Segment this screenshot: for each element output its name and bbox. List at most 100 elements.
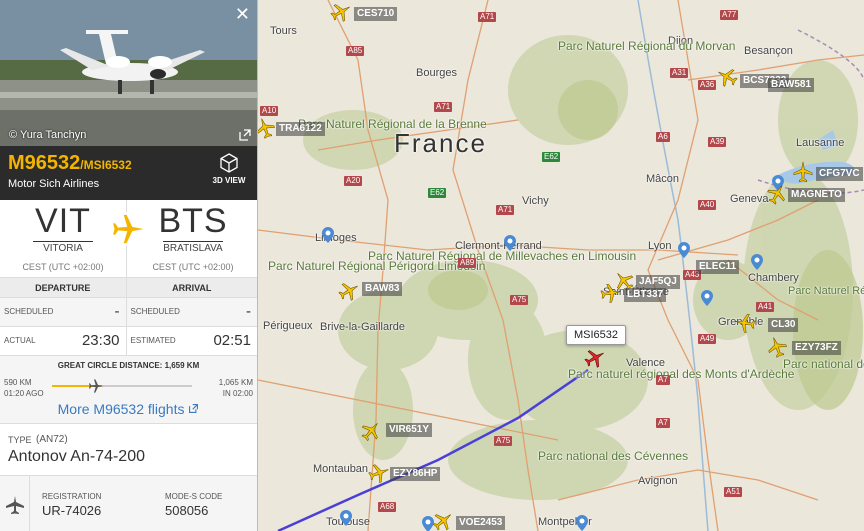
park-label: Parc naturel régional des Monts d'Ardèch…	[568, 367, 795, 381]
city-label: Chambery	[748, 272, 799, 284]
city-label: Bourges	[416, 67, 457, 79]
road-shield: A89	[458, 258, 477, 268]
origin-code: VIT	[35, 202, 91, 240]
schedule-grid: DEPARTURE ARRIVAL SCHEDULED - SCHEDULED - …	[0, 278, 257, 356]
more-flights-label: More M96532 flights	[57, 401, 185, 417]
destination-code: BTS	[158, 202, 228, 240]
type-name: Antonov An-74-200	[8, 448, 145, 465]
road-shield: A39	[708, 137, 727, 147]
airport-pin-icon[interactable]	[322, 227, 334, 243]
airline-name: Motor Sich Airlines	[8, 178, 100, 190]
aircraft-callsign[interactable]: BAW83	[362, 282, 403, 296]
road-shield: A68	[378, 502, 397, 512]
aircraft-callsign[interactable]: CFG7VC	[816, 167, 863, 181]
aircraft-photo-image	[0, 0, 257, 146]
road-shield: A75	[494, 436, 513, 446]
aircraft-callsign[interactable]: JAF5QJ	[636, 275, 680, 289]
modes-value: 508056	[165, 503, 209, 518]
aircraft-callsign[interactable]: LBT337	[624, 288, 667, 302]
road-shield: A71	[434, 102, 453, 112]
airport-pin-icon[interactable]	[340, 510, 352, 526]
aircraft-callsign[interactable]: EZY86HP	[390, 467, 441, 481]
road-shield: A7	[656, 375, 670, 385]
arrival-header: ARRIVAL	[172, 283, 212, 293]
distance-title: GREAT CIRCLE DISTANCE: 1,659 KM	[57, 361, 200, 370]
flight-map[interactable]: France Tours Bourges Dijon Besançon Laus…	[258, 0, 864, 531]
road-shield: E62	[428, 188, 447, 198]
airport-pin-icon[interactable]	[504, 235, 516, 251]
distance-remaining: 1,065 KM IN 02:00	[219, 377, 253, 399]
origin-airport[interactable]: VIT VITORIA CEST (UTC +02:00)	[8, 204, 118, 272]
aircraft-photo[interactable]: ✕ © Yura Tanchyn	[0, 0, 257, 146]
cube-icon	[220, 153, 238, 173]
aircraft-callsign[interactable]: EZY73FZ	[792, 341, 841, 355]
3d-view-button[interactable]: 3D VIEW	[209, 152, 249, 185]
city-label: Périgueux	[263, 320, 313, 332]
photo-credit: © Yura Tanchyn	[9, 129, 87, 141]
road-shield: A51	[724, 487, 743, 497]
estimated-label: ESTIMATED	[130, 336, 176, 345]
city-label: Mâcon	[646, 173, 680, 185]
road-shield: A71	[478, 12, 497, 22]
distance-remaining-km: 1,065 KM	[218, 378, 253, 387]
aircraft-callsign[interactable]: VOE2453	[456, 516, 506, 530]
airport-pin-icon[interactable]	[576, 515, 588, 531]
aircraft-type-section: TYPE (AN72) Antonov An-74-200	[0, 424, 257, 476]
road-shield: A6	[656, 132, 670, 142]
city-label: Besançon	[744, 45, 793, 57]
selected-aircraft-label[interactable]: MSI6532	[566, 325, 627, 345]
aircraft-icon[interactable]	[792, 161, 814, 183]
3d-view-label: 3D VIEW	[212, 176, 246, 185]
departure-scheduled-time: -	[114, 303, 120, 320]
scheduled-label: SCHEDULED	[130, 307, 180, 316]
road-shield: E62	[542, 152, 561, 162]
aircraft-callsign[interactable]: BAW581	[768, 78, 815, 92]
park-label: Parc Naturel Régional de Chartreuse	[788, 285, 864, 297]
more-flights-link[interactable]: More M96532 flights	[0, 401, 257, 417]
arrival-estimated-time: 02:51	[213, 332, 251, 349]
distance-flown: 590 KM 01:20 AGO	[4, 377, 44, 399]
road-shield: A7	[656, 418, 670, 428]
destination-timezone: CEST (UTC +02:00)	[152, 262, 234, 272]
modes-label: MODE-S CODE	[165, 492, 223, 501]
departure-header: DEPARTURE	[0, 278, 127, 297]
park-label: Parc national des Ecrins	[783, 357, 864, 371]
aircraft-callsign[interactable]: CES710	[354, 7, 398, 21]
road-shield: A40	[698, 200, 717, 210]
airport-pin-icon[interactable]	[751, 254, 763, 270]
city-label: Lausanne	[796, 137, 845, 149]
distance-flown-time: 01:20 AGO	[4, 389, 44, 398]
distance-section: GREAT CIRCLE DISTANCE: 1,659 KM 590 KM 01…	[0, 356, 257, 424]
departure-actual-time: 23:30	[81, 332, 120, 349]
park-label: Parc Naturel Régional Périgord Limousin	[268, 259, 486, 273]
close-icon[interactable]: ✕	[235, 5, 250, 23]
airport-pin-icon[interactable]	[701, 290, 713, 306]
origin-timezone: CEST (UTC +02:00)	[22, 262, 104, 272]
city-label: Montauban	[313, 463, 369, 475]
arrival-scheduled-time: -	[246, 303, 251, 320]
flight-info-panel: ✕ © Yura Tanchyn M96532/MSI6532 Motor Si…	[0, 0, 258, 531]
destination-airport[interactable]: BTS BRATISLAVA CEST (UTC +02:00)	[138, 204, 248, 272]
distance-flown-km: 590 KM	[4, 378, 32, 387]
aircraft-callsign[interactable]: VIR651Y	[386, 423, 433, 437]
aircraft-callsign[interactable]: ELEC11	[696, 260, 740, 274]
scheduled-label: SCHEDULED	[4, 307, 54, 316]
city-label: Avignon	[638, 475, 678, 487]
progress-bar	[52, 385, 192, 387]
aircraft-icon[interactable]	[732, 310, 757, 335]
road-shield: A77	[720, 10, 739, 20]
registration-label: REGISTRATION	[42, 492, 102, 501]
aircraft-icon[interactable]	[598, 280, 623, 305]
aircraft-callsign[interactable]: TRA6122	[276, 122, 325, 136]
flight-header: M96532/MSI6532 Motor Sich Airlines 3D VI…	[0, 146, 257, 200]
type-label: TYPE	[8, 435, 32, 445]
aircraft-callsign[interactable]: MAGNETO	[788, 188, 845, 202]
origin-name: VITORIA	[33, 241, 93, 254]
external-link-icon	[189, 404, 199, 413]
city-label: Tours	[270, 25, 297, 37]
airport-pin-icon[interactable]	[678, 242, 690, 258]
aircraft-callsign[interactable]: CL30	[768, 318, 799, 332]
distance-remaining-time: IN 02:00	[222, 389, 253, 398]
expand-photo-icon[interactable]	[238, 128, 252, 142]
road-shield: A20	[344, 176, 363, 186]
